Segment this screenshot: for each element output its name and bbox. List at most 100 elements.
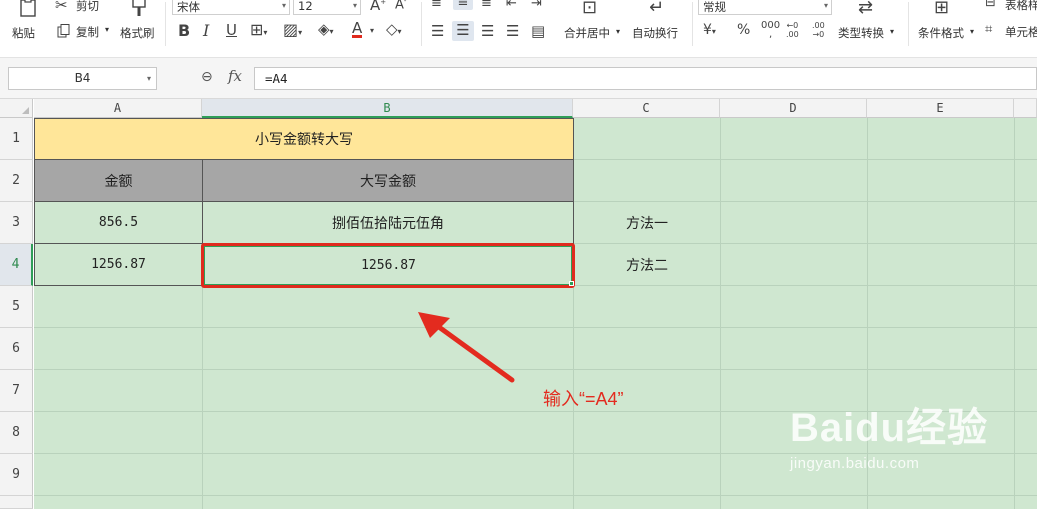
column-header-b[interactable]: B	[202, 99, 573, 118]
align-middle-icon[interactable]: ≡	[453, 0, 473, 10]
thousands-separator-icon[interactable]: 000,	[761, 21, 780, 40]
eraser-icon[interactable]: ◇▾	[386, 22, 402, 37]
fill-color-icon[interactable]: ◈▾	[318, 22, 334, 37]
fill-handle[interactable]	[569, 281, 574, 286]
justify-icon[interactable]: ☰	[506, 24, 519, 39]
format-painter-button[interactable]: 格式刷	[118, 0, 160, 46]
header-uppercase-amount: 大写金额	[360, 173, 416, 190]
row-header-4[interactable]: 4	[0, 244, 33, 286]
column-header-d[interactable]: D	[720, 99, 867, 118]
cell-c4[interactable]: 方法二	[574, 244, 720, 286]
align-top-icon[interactable]: ≡	[431, 0, 442, 10]
cell-value: 1256.87	[91, 257, 146, 272]
increase-indent-icon[interactable]: ⇥	[531, 0, 542, 10]
cell-a4[interactable]: 1256.87	[34, 244, 203, 286]
type-convert-button[interactable]: ⇄ 类型转换 ▾	[838, 0, 900, 46]
watermark-logo: Baidu经验	[790, 406, 989, 450]
copy-button[interactable]: 复制 ▾	[55, 22, 115, 40]
row-header-3[interactable]: 3	[0, 202, 33, 244]
row-header-2[interactable]: 2	[0, 160, 33, 202]
cell-b3[interactable]: 捌佰伍拾陆元伍角	[203, 202, 574, 244]
chevron-down-icon: ▾	[281, 1, 286, 10]
cell-a1-title[interactable]: 小写金额转大写	[34, 118, 574, 160]
decrease-indent-icon[interactable]: ⇤	[506, 0, 517, 10]
chevron-down-icon: ▾	[823, 1, 828, 10]
row-header-1[interactable]: 1	[0, 118, 33, 160]
ribbon-toolbar: 粘贴 ✂ 剪切 复制 ▾ 格式刷 宋体 ▾ 12 ▾ A+ A- B I U ⊞…	[0, 0, 1037, 58]
currency-symbol: ¥	[703, 22, 712, 38]
cell-a3[interactable]: 856.5	[34, 202, 203, 244]
select-all-corner[interactable]	[0, 99, 33, 118]
merge-cells-icon: ⊡	[582, 0, 598, 18]
cut-button[interactable]: ✂ 剪切	[55, 0, 105, 14]
column-header-c[interactable]: C	[573, 99, 720, 118]
gridline	[1014, 118, 1015, 509]
watermark-url: jingyan.baidu.com	[790, 455, 920, 472]
cell-value: 捌佰伍拾陆元伍角	[332, 215, 444, 232]
scissors-icon: ✂	[55, 0, 68, 14]
paste-icon	[20, 0, 36, 17]
chevron-down-icon[interactable]: ▾	[370, 27, 374, 35]
table-grid-icon: ⊞	[934, 0, 950, 18]
font-name-select[interactable]: 宋体 ▾	[172, 0, 290, 15]
gridline	[34, 495, 1037, 496]
distributed-align-icon[interactable]: ▤	[531, 24, 545, 39]
italic-icon[interactable]: I	[203, 23, 209, 39]
font-size-select[interactable]: 12 ▾	[293, 0, 361, 15]
paste-label: 粘贴	[12, 26, 35, 40]
row-header-10[interactable]	[0, 496, 33, 509]
conditional-format-button[interactable]: ⊞ 条件格式 ▾	[916, 0, 978, 46]
column-header-f[interactable]	[1014, 99, 1037, 118]
cell-b2-header[interactable]: 大写金额	[203, 160, 574, 202]
align-right-icon[interactable]: ☰	[481, 24, 494, 39]
increase-decimal-icon[interactable]: ←0.00	[786, 21, 799, 39]
bold-icon[interactable]: B	[178, 23, 190, 39]
format-painter-label: 格式刷	[120, 26, 155, 40]
formula-input[interactable]: =A4	[254, 67, 1037, 90]
font-name-value: 宋体	[177, 0, 200, 14]
table-style-button[interactable]: ⊟ 表格样	[985, 0, 1037, 12]
fill-pattern-icon[interactable]: ▨▾	[283, 22, 302, 38]
type-convert-label: 类型转换	[838, 26, 884, 40]
border-icon[interactable]: ⊞▾	[250, 22, 267, 38]
ribbon-divider	[421, 2, 422, 46]
ribbon-divider	[165, 2, 166, 46]
decrease-font-icon[interactable]: A-	[395, 0, 406, 11]
number-format-select[interactable]: 常规 ▾	[698, 0, 832, 15]
currency-icon[interactable]: ¥▾	[703, 23, 716, 37]
decrease-decimal-icon[interactable]: .00 →0	[812, 21, 825, 39]
chevron-down-icon: ▾	[146, 74, 151, 83]
increase-font-icon[interactable]: A+	[370, 0, 386, 13]
zoom-search-icon[interactable]: ⊖	[201, 69, 213, 85]
table-style-icon: ⊟	[985, 0, 996, 10]
column-header-a[interactable]: A	[34, 99, 202, 118]
row-header-6[interactable]: 6	[0, 328, 33, 370]
align-bottom-icon[interactable]: ≡	[481, 0, 492, 10]
underline-icon[interactable]: U	[226, 23, 237, 38]
column-header-e[interactable]: E	[867, 99, 1014, 118]
formula-bar: B4 ▾ ⊖ fx =A4	[0, 58, 1037, 99]
copy-label: 复制	[76, 25, 99, 39]
cell-c3[interactable]: 方法一	[574, 202, 720, 244]
row-header-7[interactable]: 7	[0, 370, 33, 412]
cell-style-button[interactable]: ⌗ 单元格	[985, 22, 1037, 40]
red-highlight-box	[201, 243, 575, 288]
paste-button[interactable]: 粘贴	[8, 0, 46, 46]
row-header-9[interactable]: 9	[0, 454, 33, 496]
gridline	[720, 118, 721, 509]
align-center-icon[interactable]: ☰	[452, 21, 474, 41]
merge-center-label: 合并居中	[564, 26, 610, 40]
row-header-8[interactable]: 8	[0, 412, 33, 454]
merge-center-button[interactable]: ⊡ 合并居中 ▾	[562, 0, 624, 46]
font-color-icon[interactable]: A	[352, 21, 363, 38]
row-header-5[interactable]: 5	[0, 286, 33, 328]
insert-function-icon[interactable]: fx	[228, 67, 242, 85]
cell-value: 856.5	[98, 215, 139, 230]
wrap-text-button[interactable]: ↵ 自动换行	[632, 0, 686, 46]
copy-dropdown-icon[interactable]: ▾	[105, 25, 109, 34]
baidu-watermark: Baidu经验 jingyan.baidu.com	[790, 395, 988, 472]
name-box[interactable]: B4 ▾	[8, 67, 157, 90]
align-left-icon[interactable]: ☰	[431, 24, 444, 39]
percent-icon[interactable]: %	[737, 23, 750, 37]
cell-a2-header[interactable]: 金额	[34, 160, 203, 202]
